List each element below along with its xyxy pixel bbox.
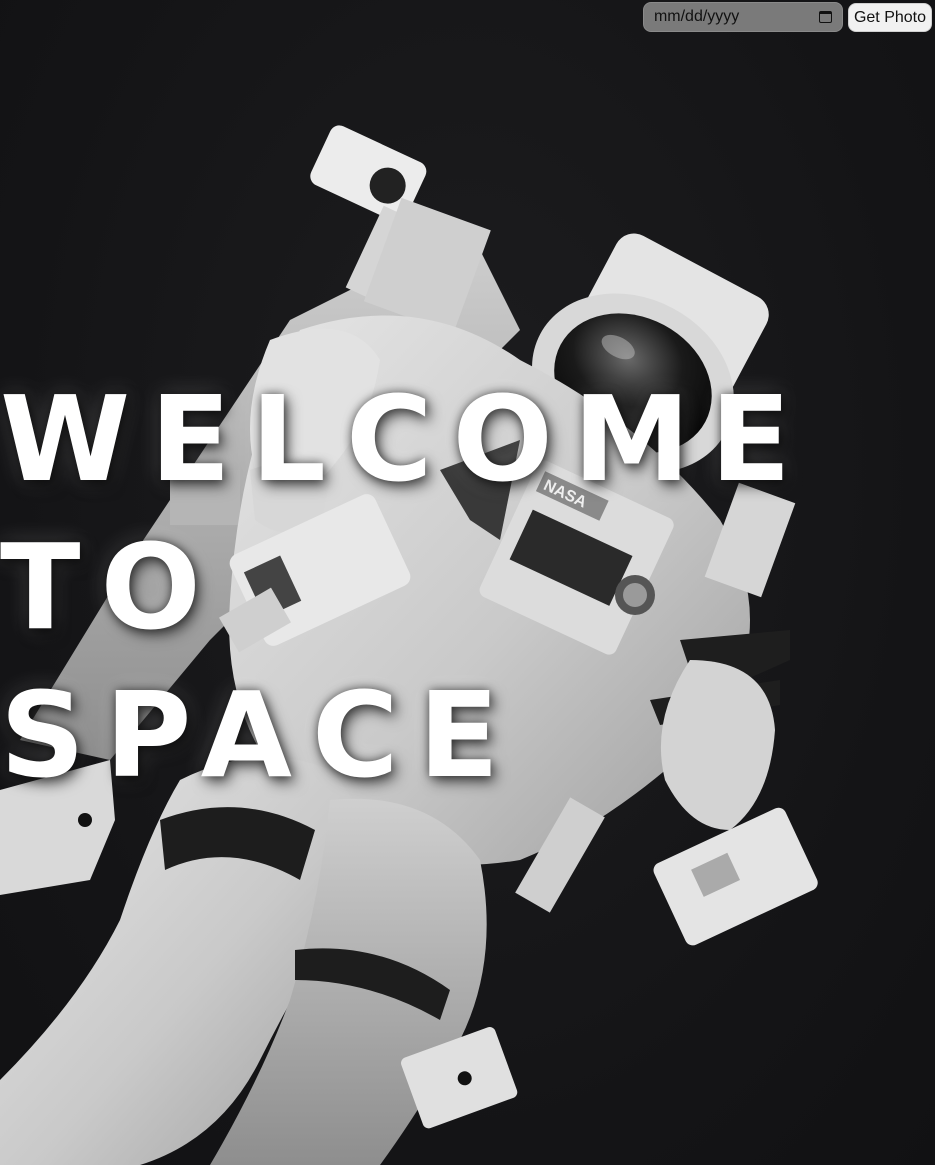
headline-line-1: WELCOME <box>0 370 811 508</box>
date-input[interactable]: mm/dd/yyyy <box>642 2 843 32</box>
calendar-icon[interactable] <box>818 11 832 23</box>
date-placeholder: mm/dd/yyyy <box>653 8 740 25</box>
page: NASA WELCOME TO SPACE mm/dd/yyyy Get Pho… <box>0 0 935 1165</box>
welcome-headline: WELCOME TO SPACE <box>0 365 811 809</box>
headline-line-3: SPACE <box>0 666 520 804</box>
photo-controls: mm/dd/yyyy Get Photo <box>642 2 932 32</box>
get-photo-button[interactable]: Get Photo <box>847 2 932 32</box>
headline-line-2: TO <box>0 518 221 656</box>
